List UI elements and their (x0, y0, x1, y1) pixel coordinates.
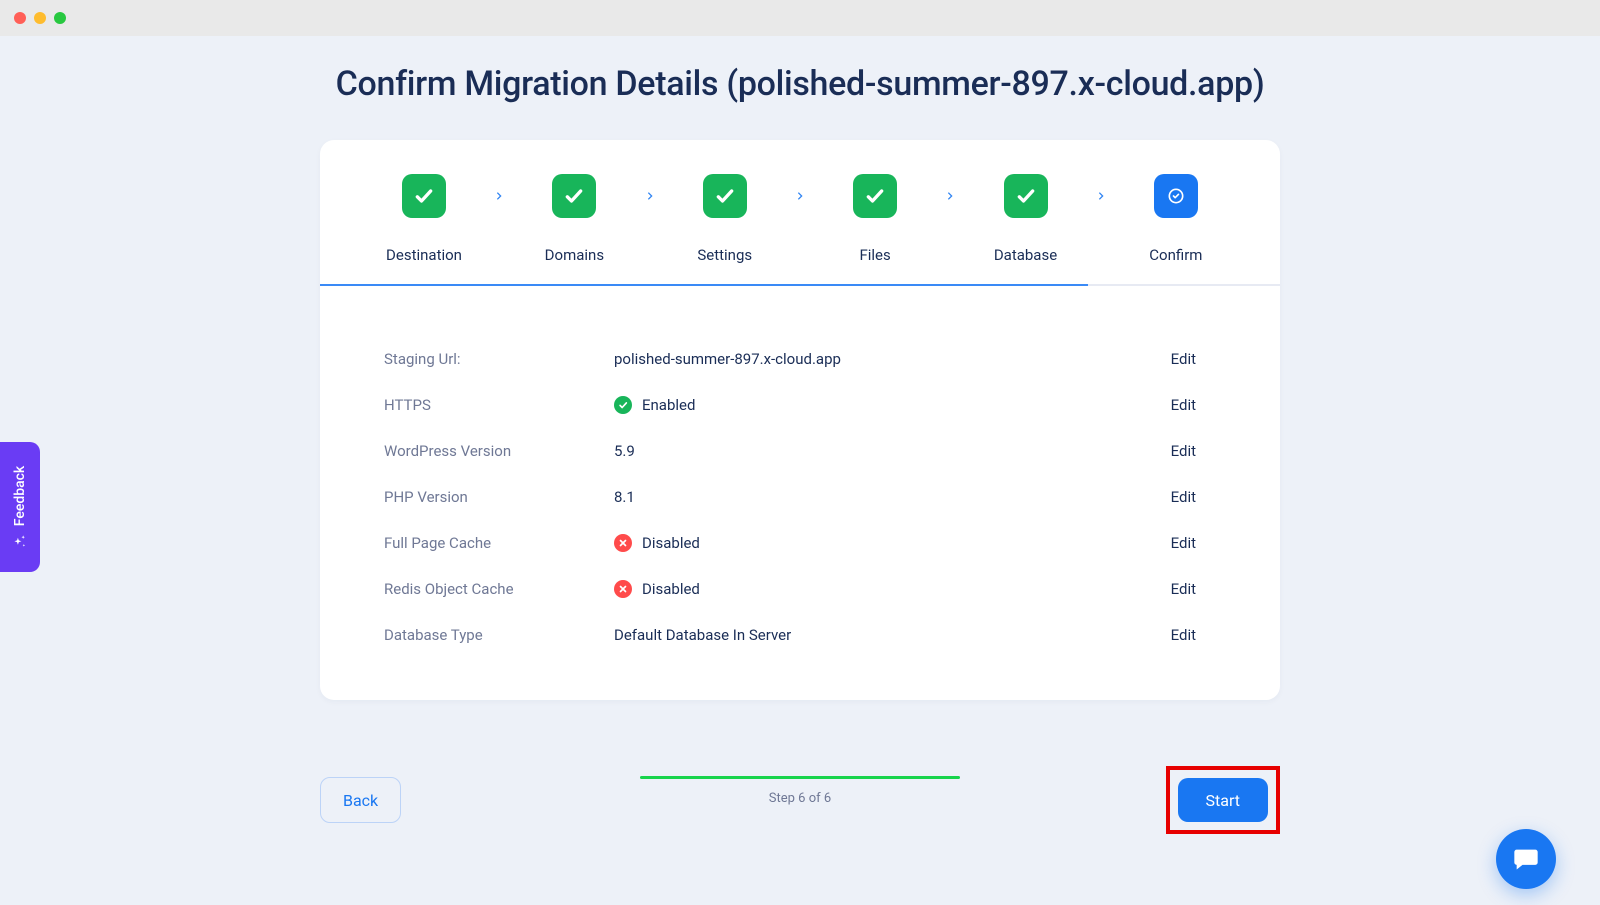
detail-value: Default Database In Server (614, 626, 1136, 644)
detail-row-wp-version: WordPress Version 5.9 Edit (384, 442, 1196, 460)
chevron-right-icon (938, 174, 962, 218)
progress-text: Step 6 of 6 (640, 791, 960, 806)
detail-value: Enabled (614, 396, 1136, 414)
check-icon (402, 174, 446, 218)
detail-label: Full Page Cache (384, 534, 614, 552)
window-minimize-dot[interactable] (34, 12, 46, 24)
chevron-right-icon (638, 174, 662, 218)
status-disabled-icon (614, 580, 632, 598)
progress-area: Step 6 of 6 (640, 776, 960, 806)
step-label: Confirm (1149, 246, 1202, 264)
edit-link[interactable]: Edit (1136, 396, 1196, 414)
edit-link[interactable]: Edit (1136, 534, 1196, 552)
detail-label: WordPress Version (384, 442, 614, 460)
start-button[interactable]: Start (1178, 778, 1268, 822)
detail-row-php-version: PHP Version 8.1 Edit (384, 488, 1196, 506)
progress-bar (640, 776, 960, 779)
detail-label: Database Type (384, 626, 614, 644)
check-icon (552, 174, 596, 218)
chevron-right-icon (487, 174, 511, 218)
detail-row-full-page-cache: Full Page Cache Disabled Edit (384, 534, 1196, 552)
edit-link[interactable]: Edit (1136, 350, 1196, 368)
step-label: Settings (697, 246, 752, 264)
edit-link[interactable]: Edit (1136, 442, 1196, 460)
status-enabled-icon (614, 396, 632, 414)
edit-link[interactable]: Edit (1136, 580, 1196, 598)
chevron-right-icon (1089, 174, 1113, 218)
details-list: Staging Url: polished-summer-897.x-cloud… (320, 286, 1280, 700)
step-domains[interactable]: Domains (524, 174, 624, 264)
status-disabled-icon (614, 534, 632, 552)
check-icon (853, 174, 897, 218)
edit-link[interactable]: Edit (1136, 626, 1196, 644)
step-confirm[interactable]: Confirm (1126, 174, 1226, 264)
edit-link[interactable]: Edit (1136, 488, 1196, 506)
detail-value: 5.9 (614, 442, 1136, 460)
stepper: Destination Domains Settings (320, 140, 1280, 284)
detail-label: PHP Version (384, 488, 614, 506)
detail-value: 8.1 (614, 488, 1136, 506)
page: Confirm Migration Details (polished-summ… (0, 64, 1600, 905)
step-database[interactable]: Database (976, 174, 1076, 264)
detail-value: Disabled (614, 534, 1136, 552)
sparkle-icon (13, 534, 27, 548)
detail-label: Redis Object Cache (384, 580, 614, 598)
chevron-right-icon (788, 174, 812, 218)
step-label: Destination (386, 246, 462, 264)
detail-row-https: HTTPS Enabled Edit (384, 396, 1196, 414)
chat-button[interactable] (1496, 829, 1556, 889)
detail-row-staging-url: Staging Url: polished-summer-897.x-cloud… (384, 350, 1196, 368)
check-icon (1004, 174, 1048, 218)
back-button[interactable]: Back (320, 777, 401, 823)
detail-value: polished-summer-897.x-cloud.app (614, 350, 1136, 368)
step-label: Database (994, 246, 1057, 264)
step-files[interactable]: Files (825, 174, 925, 264)
step-label: Domains (545, 246, 604, 264)
confirmation-panel: Destination Domains Settings (320, 140, 1280, 700)
step-destination[interactable]: Destination (374, 174, 474, 264)
detail-label: Staging Url: (384, 350, 614, 368)
start-highlight: Start (1166, 766, 1280, 834)
detail-row-db-type: Database Type Default Database In Server… (384, 626, 1196, 644)
feedback-label: Feedback (12, 466, 28, 526)
detail-label: HTTPS (384, 396, 614, 414)
stepper-underline-fill (320, 284, 1088, 286)
feedback-tab[interactable]: Feedback (0, 442, 40, 572)
stepper-underline (320, 284, 1280, 286)
window-close-dot[interactable] (14, 12, 26, 24)
check-icon (703, 174, 747, 218)
detail-value: Disabled (614, 580, 1136, 598)
window-zoom-dot[interactable] (54, 12, 66, 24)
detail-row-redis: Redis Object Cache Disabled Edit (384, 580, 1196, 598)
progress-circle-icon (1154, 174, 1198, 218)
step-settings[interactable]: Settings (675, 174, 775, 264)
chat-icon (1512, 845, 1540, 873)
page-title: Confirm Migration Details (polished-summ… (0, 64, 1600, 104)
footer: Back Step 6 of 6 Start (320, 766, 1280, 834)
window-chrome (0, 0, 1600, 36)
step-label: Files (859, 246, 890, 264)
